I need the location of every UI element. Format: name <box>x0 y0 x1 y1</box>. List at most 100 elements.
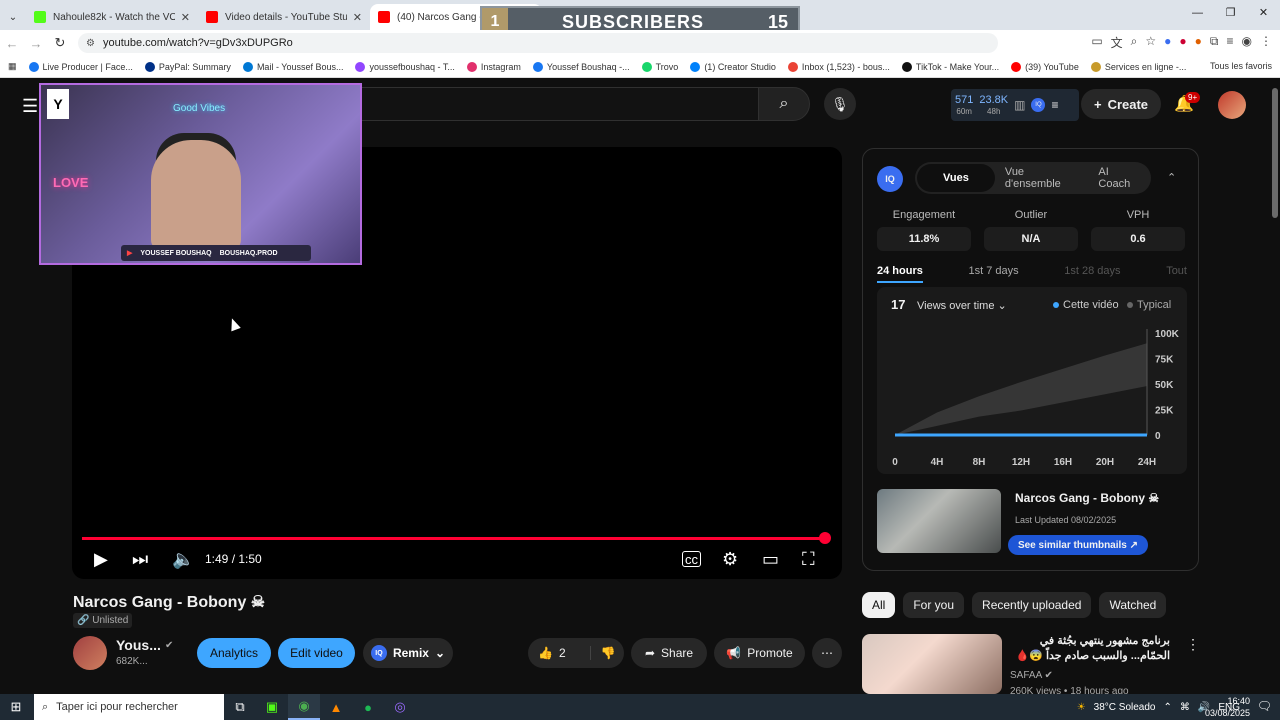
network-icon[interactable]: ⌘ <box>1180 702 1190 713</box>
task-view-icon[interactable]: ⧉ <box>224 694 256 720</box>
reload-icon[interactable]: ↻ <box>48 35 72 51</box>
back-icon[interactable]: ← <box>0 36 24 51</box>
browser-tab-kick[interactable]: Nahoule82k - Watch the VOD o ✕ <box>26 4 198 30</box>
chip-watched[interactable]: Watched <box>1099 592 1167 618</box>
scrollbar-thumb[interactable] <box>1272 88 1278 218</box>
close-icon[interactable]: ✕ <box>181 11 190 24</box>
share-button[interactable]: ➦ Share <box>631 638 707 668</box>
browser-tab-studio[interactable]: Video details - YouTube Studio ✕ <box>198 4 370 30</box>
like-button[interactable]: 👍 2 👎 <box>528 638 624 668</box>
tab-ai-coach[interactable]: AI Coach <box>1088 164 1151 192</box>
share-icon: ➦ <box>644 646 656 660</box>
extensions-icon[interactable]: ⧉ <box>1210 34 1219 51</box>
menu-icon[interactable]: ☰ <box>22 96 38 117</box>
bookmark-item[interactable]: (1) Creator Studio <box>690 61 776 72</box>
edit-video-button[interactable]: Edit video <box>278 638 355 668</box>
site-info-icon[interactable]: ⚙ <box>86 38 95 49</box>
tab-overview[interactable]: Vue d'ensemble <box>995 164 1089 192</box>
remix-button[interactable]: IQ Remix ⌄ <box>363 638 453 668</box>
bookmark-item[interactable]: TikTok - Make Your... <box>901 61 999 72</box>
close-window-icon[interactable]: ✕ <box>1247 0 1280 28</box>
apps-icon[interactable]: ▦ <box>8 61 17 72</box>
windows-start-icon[interactable]: ⊞ <box>0 694 32 720</box>
extension-iq-icon[interactable]: ● <box>1164 34 1171 51</box>
tab-search-icon[interactable]: ⌄ <box>0 4 26 30</box>
bookmark-item[interactable]: youssefboushaq - T... <box>355 61 455 72</box>
bookmark-item[interactable]: Trovo <box>641 61 678 72</box>
obs-icon[interactable]: ◎ <box>384 694 416 720</box>
next-button[interactable]: ⏭ <box>132 547 148 571</box>
banner-name: YOUSSEF BOUSHAQ <box>140 249 212 257</box>
profile-icon[interactable]: ◉ <box>1242 34 1252 51</box>
settings-gear-icon[interactable]: ⚙ <box>722 547 738 571</box>
zoom-icon[interactable]: ⌕ <box>1131 34 1138 51</box>
chrome-icon[interactable]: ◉ <box>288 694 320 720</box>
thumbs-down-icon[interactable]: 👎 <box>589 646 616 660</box>
more-actions-button[interactable]: ⋯ <box>812 638 842 668</box>
extension-fox-icon[interactable]: ● <box>1195 34 1202 51</box>
period-24h[interactable]: 24 hours <box>877 265 923 283</box>
realtime-stats-widget[interactable]: 571 60m 23.8K 48h ▥ IQ ≡ <box>951 89 1079 121</box>
fullscreen-icon[interactable]: ⛶ <box>802 547 815 571</box>
chip-for-you[interactable]: For you <box>903 592 965 618</box>
bookmark-item[interactable]: Mail - Youssef Bous... <box>242 61 343 72</box>
play-button[interactable]: ▶ <box>94 547 108 571</box>
taskbar-search-input[interactable]: ⌕ Taper ici pour rechercher <box>34 694 224 720</box>
extension-shield-icon[interactable]: ● <box>1179 34 1186 51</box>
page-scrollbar[interactable] <box>1270 80 1280 694</box>
spotify-icon[interactable]: ● <box>352 694 384 720</box>
period-7d[interactable]: 1st 7 days <box>969 265 1019 283</box>
channel-name[interactable]: Yous... <box>116 637 161 653</box>
bookmark-item[interactable]: Youssef Boushaq -... <box>532 61 630 72</box>
notification-center-icon[interactable]: 🗨 <box>1257 699 1272 713</box>
period-all[interactable]: Tout <box>1166 265 1187 283</box>
weather-text[interactable]: 38°C Soleado <box>1094 702 1156 713</box>
promote-button[interactable]: 📢 Promote <box>714 638 805 668</box>
all-bookmarks[interactable]: Tous les favoris <box>1210 61 1272 71</box>
bookmark-star-icon[interactable]: ☆ <box>1145 34 1156 51</box>
media-icon[interactable]: ≡ <box>1227 34 1234 51</box>
period-28d[interactable]: 1st 28 days <box>1064 265 1120 283</box>
similar-thumbnails-button[interactable]: See similar thumbnails ↗ <box>1008 535 1148 555</box>
translate-icon[interactable]: 文 <box>1111 34 1123 51</box>
recommended-title[interactable]: برنامج مشهور ينتهي بجُثة في الحمّام... و… <box>1010 634 1171 664</box>
bookmark-item[interactable]: (39) YouTube <box>1011 61 1079 72</box>
search-button[interactable]: ⌕ <box>758 87 810 121</box>
close-icon[interactable]: ✕ <box>353 11 362 24</box>
vlc-icon[interactable]: ▲ <box>320 694 352 720</box>
minimize-icon[interactable]: — <box>1181 0 1214 28</box>
kebab-menu-icon[interactable]: ⋮ <box>1186 636 1200 653</box>
captions-icon[interactable]: cc <box>682 551 701 567</box>
clock[interactable]: 16:40 03/08/2025 <box>1205 695 1250 719</box>
bookmark-item[interactable]: PayPal: Summary <box>144 61 231 72</box>
scrubber-handle[interactable] <box>818 532 831 544</box>
kick-app-icon[interactable]: ▣ <box>256 694 288 720</box>
url-input[interactable]: ⚙ youtube.com/watch?v=gDv3xDUPGRo <box>78 33 998 53</box>
create-button[interactable]: + Create <box>1081 89 1161 119</box>
restore-icon[interactable]: ❐ <box>1214 0 1247 28</box>
tray-chevron-icon[interactable]: ⌃ <box>1163 702 1171 713</box>
x-tick-label: 12H <box>1012 457 1030 468</box>
collapse-chevron-icon[interactable]: ⌃ <box>1167 171 1176 184</box>
account-avatar[interactable] <box>1218 91 1246 119</box>
bookmark-item[interactable]: Live Producer | Face... <box>28 61 133 72</box>
tab-vues[interactable]: Vues <box>917 164 995 192</box>
recommended-channel[interactable]: SAFAA ✔ <box>1010 670 1053 681</box>
bookmark-item[interactable]: Inbox (1,523) - bous... <box>787 61 890 72</box>
voice-search-button[interactable]: 🎙 <box>824 88 856 120</box>
chip-all[interactable]: All <box>862 592 896 618</box>
volume-icon[interactable]: 🔈 <box>172 547 194 571</box>
cast-icon[interactable]: ▭ <box>1091 34 1102 51</box>
progress-bar[interactable] <box>82 532 831 544</box>
search-input[interactable] <box>330 87 758 121</box>
channel-avatar[interactable] <box>73 636 107 670</box>
bookmark-item[interactable]: Instagram <box>466 61 521 72</box>
chip-recently-uploaded[interactable]: Recently uploaded <box>972 592 1092 618</box>
video-thumbnail[interactable] <box>877 489 1001 553</box>
analytics-button[interactable]: Analytics <box>197 638 271 668</box>
theater-mode-icon[interactable]: ▭ <box>762 547 779 571</box>
forward-icon[interactable]: → <box>24 36 48 51</box>
recommended-thumbnail[interactable] <box>862 634 1002 694</box>
bookmark-item[interactable]: Services en ligne -... <box>1090 61 1186 72</box>
kebab-menu-icon[interactable]: ⋮ <box>1260 34 1272 51</box>
